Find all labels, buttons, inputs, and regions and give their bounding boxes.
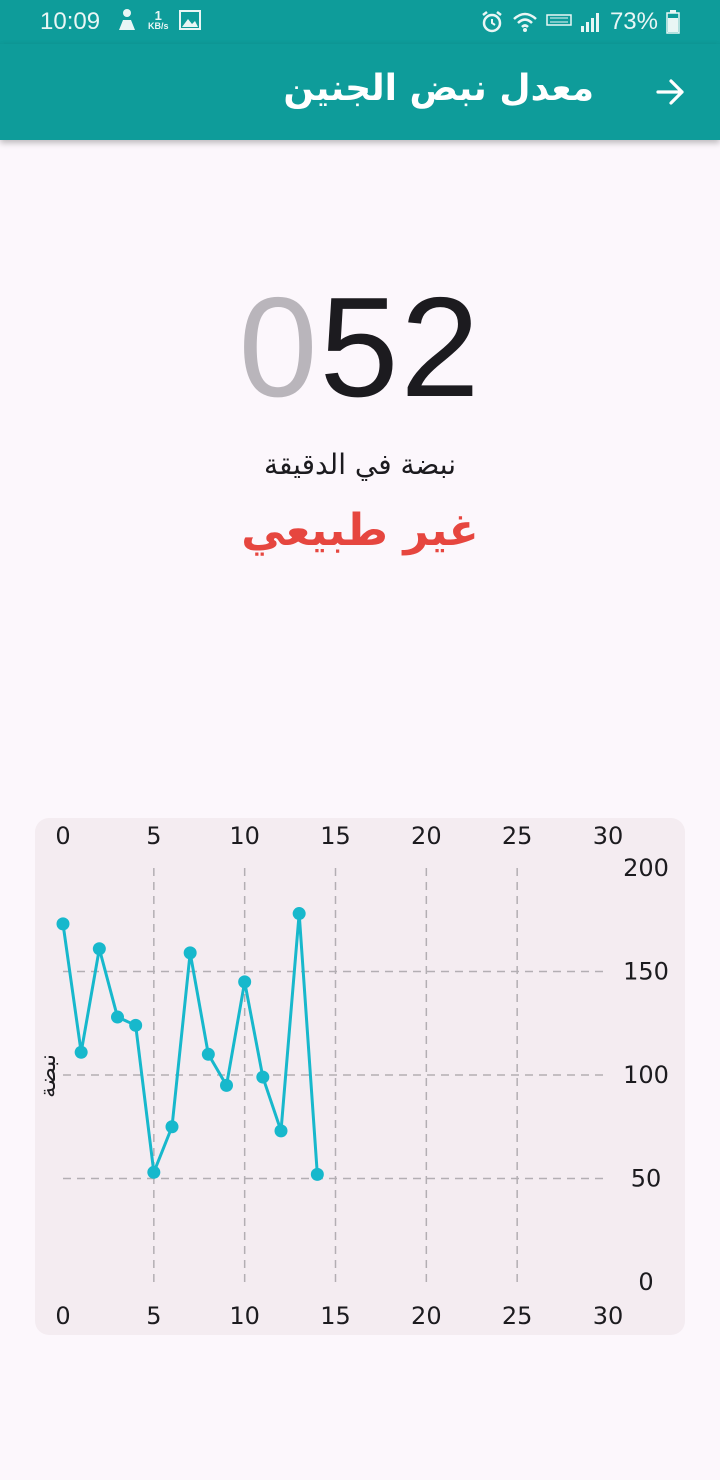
data-point bbox=[201, 1047, 215, 1061]
app-bar: معدل نبض الجنين bbox=[0, 44, 720, 140]
y-tick-label: 0 bbox=[638, 1268, 653, 1296]
x-tick-label-top: 30 bbox=[593, 822, 624, 850]
back-button[interactable] bbox=[652, 74, 688, 110]
data-point bbox=[165, 1120, 179, 1134]
status-bar: 10:09 1 KB/s 73% bbox=[0, 0, 720, 44]
heart-rate-status: غير طبيعي bbox=[241, 505, 479, 556]
volte-icon bbox=[546, 14, 572, 26]
heart-rate-chart: 0 0 5 5 10 10 15 15 20 20 25 25 30 30 0 50 100 150 200 نبضة bbox=[35, 818, 685, 1335]
x-tick-label-bottom: 0 bbox=[55, 1302, 70, 1330]
bpm-display: 052 bbox=[0, 277, 720, 419]
x-tick-label-top: 20 bbox=[411, 822, 442, 850]
data-point bbox=[129, 1018, 143, 1032]
x-tick-label-bottom: 25 bbox=[502, 1302, 533, 1330]
y-axis-title: نبضة bbox=[36, 1054, 61, 1098]
x-tick-label-top: 0 bbox=[55, 822, 70, 850]
image-icon bbox=[178, 10, 201, 30]
page-title: معدل نبض الجنين bbox=[283, 68, 594, 109]
battery-icon bbox=[666, 10, 680, 34]
y-tick-label: 150 bbox=[623, 958, 669, 986]
y-tick-label: 200 bbox=[623, 854, 669, 882]
data-point bbox=[310, 1167, 324, 1181]
bpm-unit-label: نبضة في الدقيقة bbox=[263, 448, 457, 481]
bpm-value: 52 bbox=[319, 268, 482, 427]
data-point bbox=[256, 1070, 270, 1084]
data-point bbox=[238, 975, 252, 989]
chart-canvas: 0 0 5 5 10 10 15 15 20 20 25 25 30 30 0 50 100 150 200 نبضة bbox=[36, 822, 669, 1330]
x-tick-label-bottom: 5 bbox=[146, 1302, 161, 1330]
signal-icon bbox=[580, 13, 599, 32]
x-tick-label-bottom: 20 bbox=[411, 1302, 442, 1330]
x-tick-label-bottom: 10 bbox=[229, 1302, 260, 1330]
arrow-right-icon bbox=[656, 79, 684, 105]
data-point bbox=[220, 1078, 233, 1092]
data-point bbox=[56, 917, 70, 931]
status-left-icons: 1 KB/s bbox=[116, 8, 201, 32]
x-tick-label-top: 15 bbox=[320, 822, 351, 850]
wifi-icon bbox=[513, 12, 537, 32]
battery-percent: 73% bbox=[609, 8, 658, 35]
data-point bbox=[147, 1165, 161, 1179]
data-point bbox=[111, 1010, 124, 1024]
x-tick-label-top: 5 bbox=[146, 822, 161, 850]
data-point bbox=[292, 907, 306, 921]
person-icon bbox=[119, 9, 135, 30]
status-right-icons: 73% bbox=[480, 8, 680, 36]
net-speed-unit: KB/s bbox=[148, 21, 169, 31]
net-speed: 1 KB/s bbox=[148, 9, 169, 31]
x-tick-label-top: 10 bbox=[229, 822, 260, 850]
data-point bbox=[183, 946, 197, 960]
alarm-icon bbox=[482, 11, 502, 33]
data-point bbox=[92, 942, 106, 956]
status-time: 10:09 bbox=[40, 8, 101, 35]
data-point bbox=[274, 1124, 288, 1138]
y-tick-label: 50 bbox=[631, 1165, 662, 1193]
x-tick-label-bottom: 30 bbox=[593, 1302, 624, 1330]
data-point bbox=[74, 1045, 88, 1059]
y-tick-label: 100 bbox=[623, 1061, 669, 1089]
x-tick-label-bottom: 15 bbox=[320, 1302, 351, 1330]
bpm-padding-digits: 0 bbox=[238, 268, 320, 427]
x-tick-label-top: 25 bbox=[502, 822, 533, 850]
